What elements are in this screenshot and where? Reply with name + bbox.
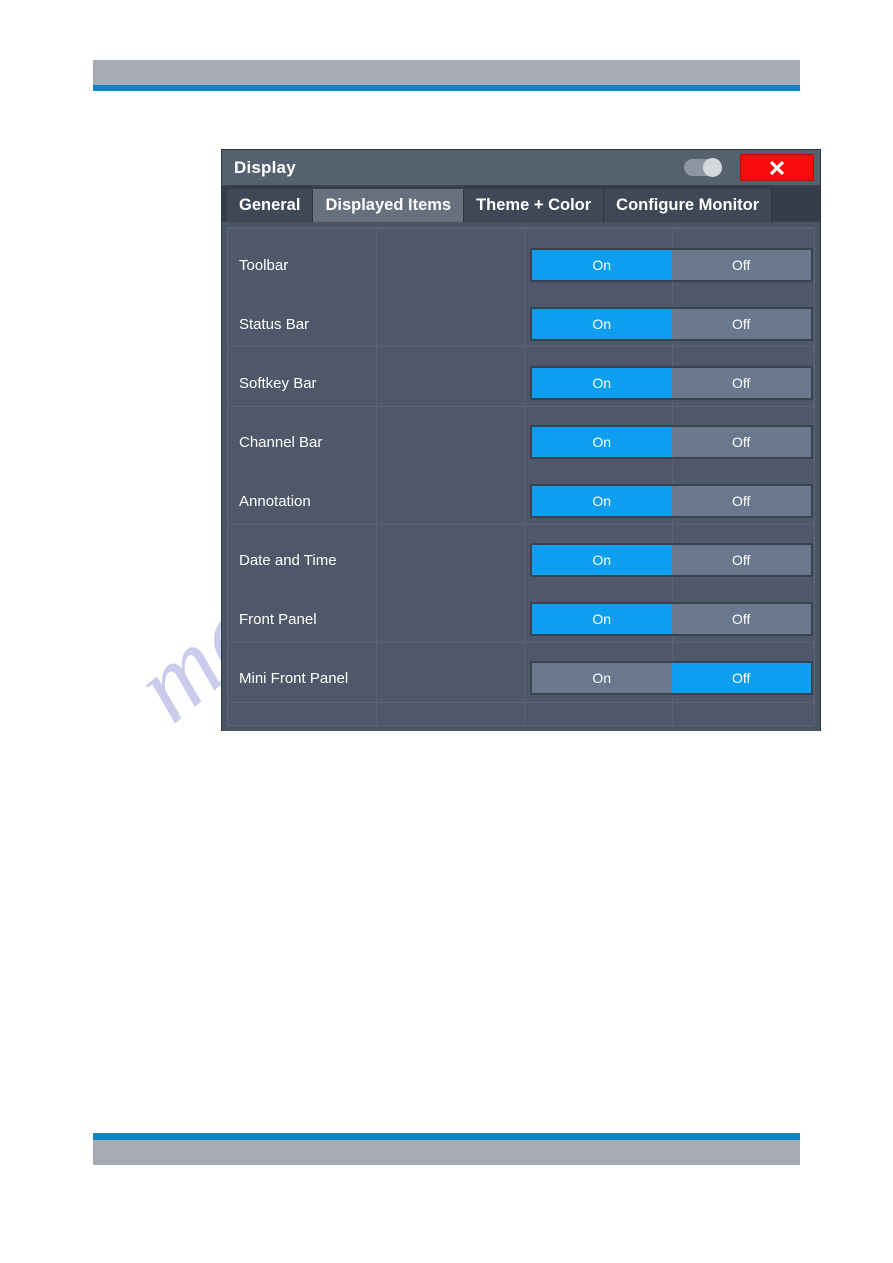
header-toggle-switch[interactable] <box>684 158 722 177</box>
segment-off[interactable]: Off <box>671 545 811 575</box>
segment-on[interactable]: On <box>532 427 672 457</box>
table-row: Annotation On Off <box>228 483 814 519</box>
segment-off[interactable]: Off <box>671 663 811 693</box>
grid-vline <box>376 228 377 725</box>
toggle-status-bar[interactable]: On Off <box>530 307 813 341</box>
segment-on[interactable]: On <box>532 250 672 280</box>
page-footer-rule <box>93 1133 800 1140</box>
grid-hline <box>228 346 814 347</box>
dialog-content: Toolbar On Off Status Bar On Off Softkey… <box>222 222 820 731</box>
grid-hline <box>228 228 814 229</box>
toggle-knob <box>703 158 722 177</box>
segment-on[interactable]: On <box>532 604 672 634</box>
grid-vline <box>524 228 525 725</box>
row-label-softkey-bar: Softkey Bar <box>239 374 317 392</box>
segment-off[interactable]: Off <box>671 250 811 280</box>
row-label-date-and-time: Date and Time <box>239 551 337 569</box>
display-dialog: Display General Displayed Items Theme + … <box>221 149 821 731</box>
toggle-channel-bar[interactable]: On Off <box>530 425 813 459</box>
grid-vline <box>672 228 673 725</box>
dialog-titlebar: Display <box>222 150 820 186</box>
tab-configure-monitor[interactable]: Configure Monitor <box>604 189 773 222</box>
table-row: Toolbar On Off <box>228 247 814 283</box>
dialog-title: Display <box>234 157 296 177</box>
segment-on[interactable]: On <box>532 663 672 693</box>
tab-theme-color[interactable]: Theme + Color <box>464 189 605 222</box>
table-row: Mini Front Panel On Off <box>228 660 814 696</box>
segment-on[interactable]: On <box>532 309 672 339</box>
tab-general[interactable]: General <box>227 189 314 222</box>
row-label-annotation: Annotation <box>239 492 311 510</box>
titlebar-controls <box>684 150 820 185</box>
table-row: Softkey Bar On Off <box>228 365 814 401</box>
page-header-bar <box>93 60 800 85</box>
tab-bar: General Displayed Items Theme + Color Co… <box>222 186 820 222</box>
table-row: Date and Time On Off <box>228 542 814 578</box>
row-label-front-panel: Front Panel <box>239 610 317 628</box>
toggle-front-panel[interactable]: On Off <box>530 602 813 636</box>
grid-hline <box>228 524 814 525</box>
row-label-mini-front-panel: Mini Front Panel <box>239 669 349 687</box>
grid-hline <box>228 702 814 703</box>
toggle-softkey-bar[interactable]: On Off <box>530 366 813 400</box>
segment-off[interactable]: Off <box>671 427 811 457</box>
close-icon <box>769 160 785 175</box>
segment-off[interactable]: Off <box>671 368 811 398</box>
grid-hline <box>228 406 814 407</box>
page-footer-bar <box>93 1140 800 1165</box>
table-row: Front Panel On Off <box>228 601 814 637</box>
tab-displayed-items[interactable]: Displayed Items <box>313 189 465 222</box>
segment-on[interactable]: On <box>532 368 672 398</box>
toggle-mini-front-panel[interactable]: On Off <box>530 661 813 695</box>
close-button[interactable] <box>740 154 814 181</box>
toggle-toolbar[interactable]: On Off <box>530 248 813 282</box>
segment-off[interactable]: Off <box>671 604 811 634</box>
segment-off[interactable]: Off <box>671 309 811 339</box>
page-header-rule <box>93 85 800 91</box>
table-row: Channel Bar On Off <box>228 424 814 460</box>
toggle-date-and-time[interactable]: On Off <box>530 543 813 577</box>
segment-off[interactable]: Off <box>671 486 811 516</box>
row-label-channel-bar: Channel Bar <box>239 433 323 451</box>
table-row: Status Bar On Off <box>228 306 814 342</box>
grid-hline <box>228 642 814 643</box>
segment-on[interactable]: On <box>532 545 672 575</box>
segment-on[interactable]: On <box>532 486 672 516</box>
row-label-status-bar: Status Bar <box>239 315 310 333</box>
settings-grid: Toolbar On Off Status Bar On Off Softkey… <box>227 227 815 726</box>
toggle-annotation[interactable]: On Off <box>530 484 813 518</box>
row-label-toolbar: Toolbar <box>239 256 289 274</box>
